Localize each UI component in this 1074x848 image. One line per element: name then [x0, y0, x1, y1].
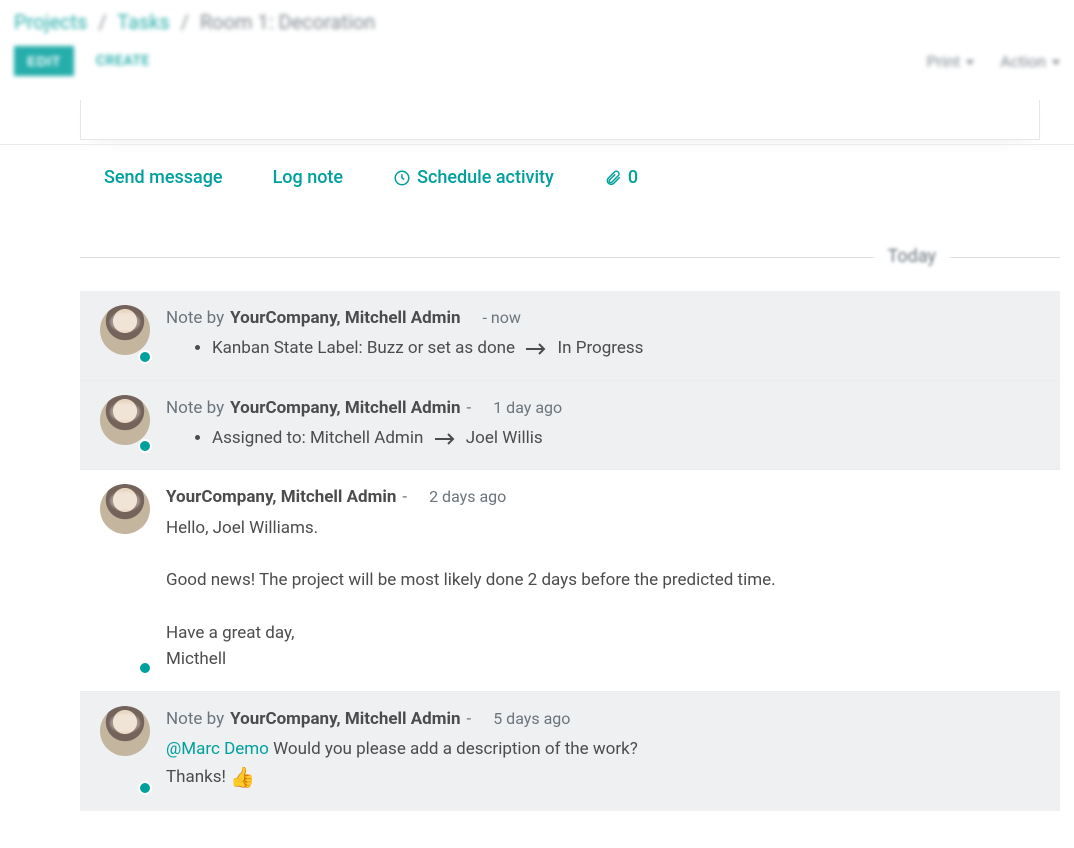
avatar[interactable] — [100, 706, 150, 794]
control-panel: EDIT CREATE Print Action — [0, 36, 1074, 100]
paperclip-icon — [604, 169, 622, 187]
schedule-activity-label: Schedule activity — [417, 167, 554, 188]
print-dropdown[interactable]: Print — [927, 52, 974, 71]
mention[interactable]: @Marc Demo — [166, 739, 269, 759]
breadcrumb: Projects / Tasks / Room 1: Decoration — [0, 0, 1074, 36]
message-author[interactable]: YourCompany, Mitchell Admin — [230, 305, 460, 331]
arrow-right-icon — [434, 432, 456, 446]
clock-icon — [393, 169, 411, 187]
chatter: Send message Log note Schedule activity … — [80, 145, 1060, 811]
presence-indicator — [138, 781, 152, 795]
schedule-activity-button[interactable]: Schedule activity — [393, 167, 554, 188]
message-time: - now — [483, 306, 521, 331]
breadcrumb-separator: / — [175, 10, 195, 34]
message: YourCompany, Mitchell Admin - 2 days ago… — [80, 470, 1060, 691]
avatar[interactable] — [100, 395, 150, 452]
arrow-right-icon — [525, 342, 547, 356]
form-sheet-bottom — [80, 100, 1040, 140]
breadcrumb-separator: / — [92, 10, 112, 34]
note-prefix: Note by — [166, 395, 224, 421]
message-author[interactable]: YourCompany, Mitchell Admin — [230, 395, 460, 421]
create-button[interactable]: CREATE — [96, 53, 150, 69]
date-separator-label: Today — [874, 246, 950, 267]
date-separator: Today — [80, 246, 1060, 267]
note-prefix: Note by — [166, 305, 224, 331]
presence-indicator — [138, 350, 152, 364]
message-author[interactable]: YourCompany, Mitchell Admin — [166, 484, 396, 510]
tracking-change: Assigned to: Mitchell Admin Joel Willis — [212, 425, 1040, 451]
avatar[interactable] — [100, 484, 150, 672]
breadcrumb-root[interactable]: Projects — [14, 10, 87, 34]
presence-indicator — [138, 439, 152, 453]
message-time: 2 days — [429, 487, 475, 506]
tracking-change: Kanban State Label: Buzz or set as done … — [212, 335, 1040, 361]
attachments-button[interactable]: 0 — [604, 167, 638, 188]
presence-indicator — [138, 661, 152, 675]
message-note: Note by YourCompany, Mitchell Admin - 1 … — [80, 381, 1060, 471]
message-note: Note by YourCompany, Mitchell Admin - no… — [80, 291, 1060, 381]
edit-button[interactable]: EDIT — [14, 46, 74, 76]
message-body: @Marc Demo Would you please add a descri… — [166, 736, 1040, 793]
thumbs-up-icon: 👍 — [230, 765, 255, 789]
breadcrumb-parent[interactable]: Tasks — [117, 10, 170, 34]
note-prefix: Note by — [166, 706, 224, 732]
message-author[interactable]: YourCompany, Mitchell Admin — [230, 706, 460, 732]
breadcrumb-current: Room 1: Decoration — [200, 10, 375, 34]
chatter-topbar: Send message Log note Schedule activity … — [80, 145, 1060, 216]
action-dropdown[interactable]: Action — [1000, 52, 1060, 71]
message-body: Hello, Joel Williams. Good news! The pro… — [166, 515, 1040, 673]
message-note: Note by YourCompany, Mitchell Admin - 5 … — [80, 692, 1060, 812]
message-time: 5 days — [493, 709, 539, 728]
attachments-count: 0 — [628, 167, 638, 188]
avatar[interactable] — [100, 305, 150, 362]
log-note-button[interactable]: Log note — [273, 167, 343, 188]
message-time: 1 day — [493, 398, 531, 417]
send-message-button[interactable]: Send message — [104, 167, 223, 188]
